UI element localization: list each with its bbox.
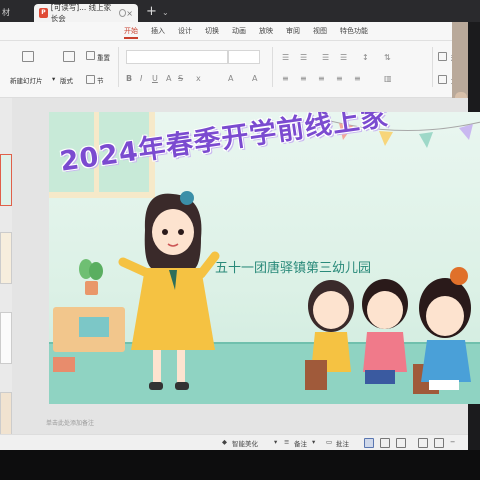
- slide-thumbnail[interactable]: [0, 154, 12, 206]
- underline-icon[interactable]: U: [152, 74, 158, 83]
- ribbon-toolbar: 新建幻灯片 ▾ 版式 重置 节 B I U A S x A A ☰ ☰ ☰ ☰ …: [0, 41, 468, 98]
- grid-icon[interactable]: [434, 438, 444, 448]
- align-left-icon[interactable]: ≡: [282, 74, 289, 83]
- beautify-dropdown-icon[interactable]: ▾: [274, 438, 277, 446]
- menu-bar: 开始 插入 设计 切换 动画 放映 审阅 视图 特色功能: [0, 22, 468, 41]
- new-tab-button[interactable]: +: [146, 4, 157, 20]
- slideshow-play-icon[interactable]: [418, 438, 428, 448]
- presentation-app-icon: P: [39, 8, 48, 18]
- outdent-icon[interactable]: ☰: [340, 53, 347, 62]
- menu-item-review[interactable]: 审阅: [286, 22, 300, 40]
- menu-item-features[interactable]: 特色功能: [340, 22, 368, 40]
- justify-icon[interactable]: ≡: [336, 74, 343, 83]
- align-right-icon[interactable]: ≡: [318, 74, 325, 83]
- teacher-illustration: [118, 191, 220, 390]
- menu-item-slideshow[interactable]: 放映: [259, 22, 273, 40]
- notes-placeholder[interactable]: 单击此处添加备注: [46, 418, 94, 427]
- status-bar: ◆ 智能美化 ▾ ≡ 备注 ▾ ▭ 批注 −: [0, 434, 468, 451]
- toy-blocks-illustration: [53, 357, 75, 372]
- columns-icon[interactable]: ▥: [384, 74, 392, 83]
- reset-icon: [86, 51, 95, 60]
- bullet-list-icon[interactable]: ☰: [282, 53, 289, 62]
- section-button[interactable]: 节: [97, 75, 104, 85]
- section-icon: [86, 75, 95, 84]
- line-spacing-icon[interactable]: ↕: [362, 53, 369, 62]
- new-slide-icon[interactable]: [22, 51, 34, 62]
- notes-icon[interactable]: ≡: [284, 438, 289, 446]
- highlight-icon[interactable]: A: [252, 74, 257, 83]
- browser-tab-active[interactable]: P [可读写]... 线上家长会 ×: [34, 3, 138, 23]
- new-slide-dropdown-icon[interactable]: ▾: [52, 75, 55, 83]
- menu-item-transition[interactable]: 切换: [205, 22, 219, 40]
- slide-thumbnail[interactable]: [0, 232, 12, 284]
- children-illustration: [305, 267, 471, 394]
- reading-view-icon[interactable]: [396, 438, 406, 448]
- slide-sorter-view-icon[interactable]: [380, 438, 390, 448]
- ribbon-divider: [432, 47, 433, 87]
- zoom-out-icon[interactable]: −: [450, 438, 455, 446]
- comments-button[interactable]: 批注: [336, 438, 349, 448]
- reset-button[interactable]: 重置: [97, 52, 110, 62]
- textbox-icon[interactable]: [438, 75, 447, 84]
- menu-item-insert[interactable]: 插入: [151, 22, 165, 40]
- layout-icon[interactable]: [63, 51, 75, 62]
- chevron-down-icon[interactable]: ⌄: [162, 5, 169, 21]
- plant-illustration: [79, 259, 103, 295]
- menu-item-design[interactable]: 设计: [178, 22, 192, 40]
- presentation-app: 开始 插入 设计 切换 动画 放映 审阅 视图 特色功能 新建幻灯片 ▾ 版式 …: [0, 22, 480, 451]
- text-direction-icon[interactable]: ⇅: [384, 53, 391, 62]
- menu-item-home[interactable]: 开始: [124, 22, 138, 40]
- ribbon-divider: [118, 47, 119, 87]
- normal-view-icon[interactable]: [364, 438, 374, 448]
- ribbon-divider: [272, 47, 273, 87]
- strikethrough-icon[interactable]: S: [178, 74, 183, 83]
- distribute-icon[interactable]: ≡: [354, 74, 361, 83]
- text-shadow-icon[interactable]: A: [166, 74, 171, 83]
- tab-status-icon: [119, 9, 127, 17]
- layout-button[interactable]: 版式: [60, 75, 73, 85]
- numbered-list-icon[interactable]: ☰: [300, 53, 307, 62]
- new-slide-button[interactable]: 新建幻灯片: [10, 75, 43, 85]
- taskbar-area: [0, 450, 480, 480]
- align-center-icon[interactable]: ≡: [300, 74, 307, 83]
- beautify-icon[interactable]: ◆: [222, 438, 227, 446]
- indent-icon[interactable]: ☰: [322, 53, 329, 62]
- browser-tab-partial[interactable]: 材: [0, 5, 36, 21]
- font-name-select[interactable]: [126, 50, 228, 64]
- shape-icon[interactable]: [438, 52, 447, 61]
- bold-icon[interactable]: B: [126, 74, 132, 83]
- menu-item-animation[interactable]: 动画: [232, 22, 246, 40]
- italic-icon[interactable]: I: [140, 74, 142, 83]
- smart-beautify-button[interactable]: 智能美化: [232, 438, 258, 448]
- slide-editor-canvas: 2024年春季开学前线上家 五十一团唐驿镇第三幼儿园 单击此处添加备注: [12, 98, 480, 434]
- font-size-select[interactable]: [228, 50, 260, 64]
- slide-thumbnail[interactable]: [0, 312, 12, 364]
- font-color-icon[interactable]: A: [228, 74, 233, 83]
- slide-subtitle[interactable]: 五十一团唐驿镇第三幼儿园: [215, 257, 371, 276]
- slide[interactable]: 2024年春季开学前线上家 五十一团唐驿镇第三幼儿园: [49, 112, 480, 404]
- superscript-icon[interactable]: x: [196, 74, 201, 83]
- comment-icon[interactable]: ▭: [326, 438, 332, 446]
- notes-button[interactable]: 备注: [294, 438, 307, 448]
- notes-dropdown-icon[interactable]: ▾: [312, 438, 315, 446]
- browser-tab-label: [可读写]... 线上家长会: [50, 3, 112, 23]
- close-icon[interactable]: ×: [126, 9, 133, 18]
- menu-item-view[interactable]: 视图: [313, 22, 327, 40]
- browser-tab-bar: 材 P [可读写]... 线上家长会 × + ⌄: [0, 0, 480, 23]
